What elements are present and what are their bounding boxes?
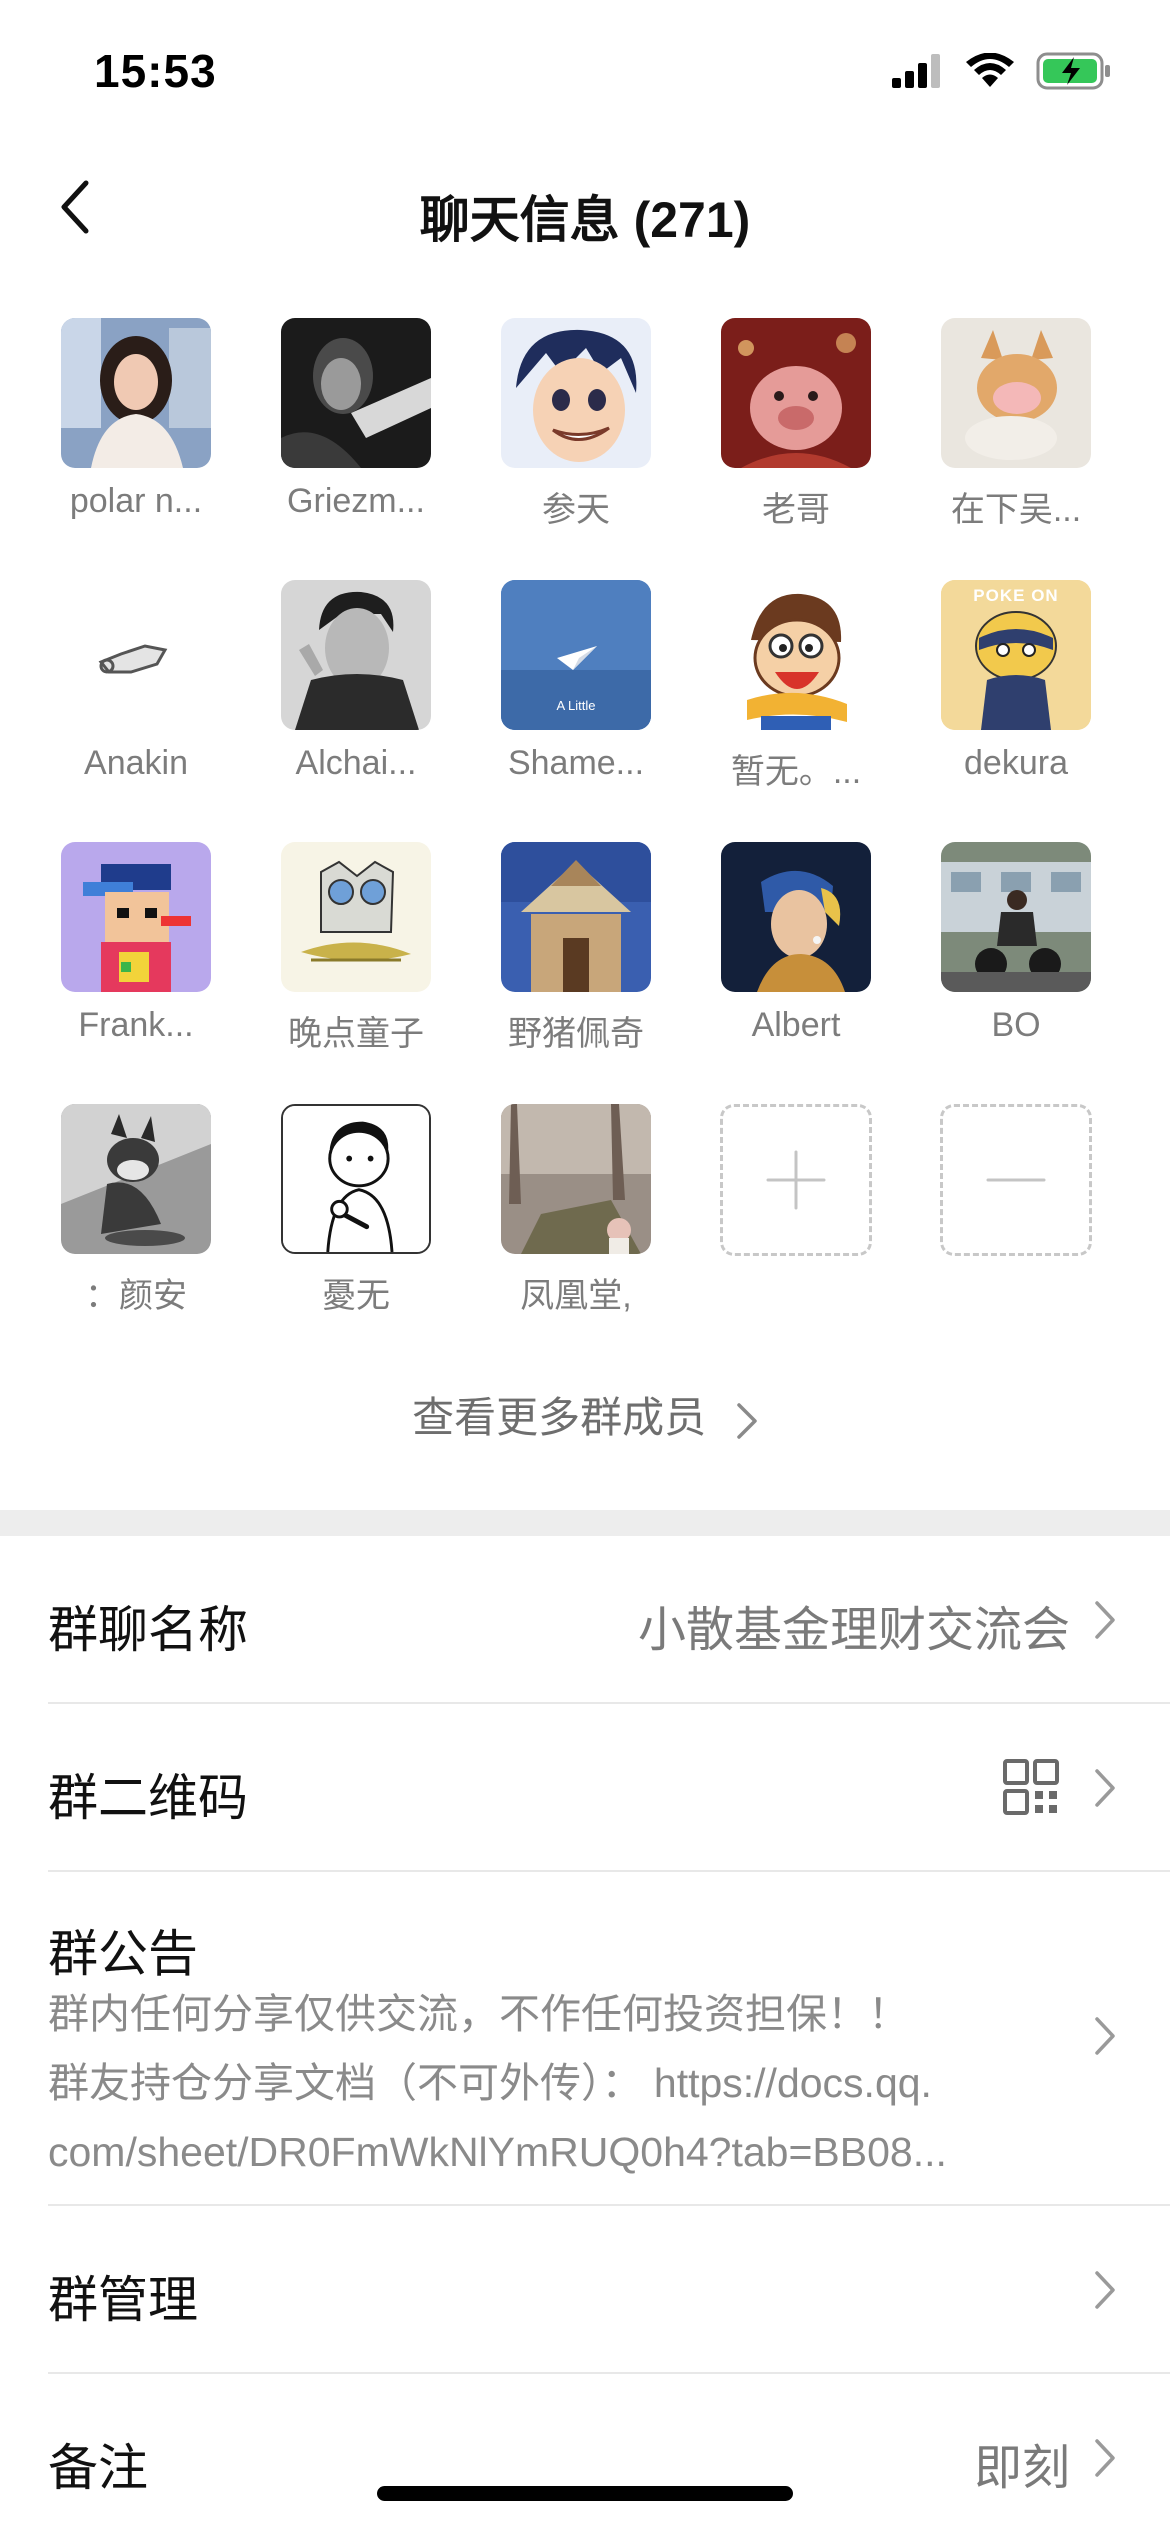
member-item[interactable]: Frank... [26, 842, 246, 1045]
remove-member-button[interactable] [940, 1104, 1092, 1256]
status-bar: 15:53 [0, 0, 1170, 150]
member-name: 在下吴... [950, 491, 1082, 529]
member-item[interactable]: 暂无。... [686, 580, 906, 793]
member-item[interactable]: polar n... [26, 318, 246, 521]
member-item[interactable]: 憂无 [246, 1104, 466, 1317]
member-name: 暂无。... [730, 753, 862, 791]
member-avatar [281, 1104, 431, 1254]
member-name: Albert [751, 1006, 841, 1044]
member-avatar [281, 318, 431, 468]
plus-icon [766, 1150, 826, 1210]
chevron-right-icon [1095, 2017, 1115, 2055]
member-item[interactable]: A Little Shame... [466, 580, 686, 783]
group-qr-code-label: 群二维码 [48, 1770, 248, 1826]
chevron-right-icon [1095, 1601, 1115, 1639]
view-more-members-label: 查看更多群成员 [412, 1394, 707, 1441]
group-name-row[interactable]: 群聊名称 小散基金理财交流会 [48, 1536, 1170, 1702]
remark-value: 即刻 [973, 2442, 1070, 2495]
member-item[interactable]: Alchai... [246, 580, 466, 783]
member-name: 憂无 [322, 1277, 390, 1315]
member-name: dekura [964, 744, 1068, 782]
member-name: 野猪佩奇 [508, 1015, 644, 1053]
member-avatar [281, 842, 431, 992]
member-avatar [61, 842, 211, 992]
section-divider [0, 1510, 1170, 1536]
group-notice-line: 群友持仓分享文档（不可外传）： https://docs.qq. [48, 2060, 932, 2106]
member-item[interactable]: BO [906, 842, 1126, 1045]
group-name-value: 小散基金理财交流会 [637, 1604, 1070, 1657]
chevron-right-icon [1095, 2439, 1115, 2477]
member-avatar: POKE ON [941, 580, 1091, 730]
member-avatar [61, 580, 211, 730]
member-item[interactable]: Griezm... [246, 318, 466, 521]
nav-bar: 聊天信息 (271) [0, 150, 1170, 265]
member-avatar [721, 580, 871, 730]
remark-row[interactable]: 备注 即刻 [48, 2374, 1170, 2532]
member-name: BO [991, 1006, 1041, 1044]
member-item[interactable]: 晚点童子 [246, 842, 466, 1055]
group-notice-line: com/sheet/DR0FmWkNlYmRUQ0h4?tab=BB08... [48, 2129, 947, 2175]
add-member-button[interactable] [720, 1104, 872, 1256]
member-item[interactable]: Anakin [26, 580, 246, 783]
member-avatar [941, 318, 1091, 468]
status-icons [892, 52, 1112, 90]
member-item[interactable]: 凤凰堂, [466, 1104, 686, 1317]
member-name: Frank... [78, 1006, 194, 1044]
group-manage-row[interactable]: 群管理 [48, 2206, 1170, 2372]
member-name: Alchai... [295, 744, 417, 782]
member-name: polar n... [69, 482, 203, 520]
group-notice-label: 群公告 [48, 1926, 198, 1982]
battery-charging-icon [1036, 52, 1110, 90]
member-item[interactable]: Albert [686, 842, 906, 1045]
chevron-right-icon [1095, 1769, 1115, 1807]
member-name: Griezm... [287, 482, 425, 520]
remark-label: 备注 [48, 2440, 148, 2496]
member-name: 参天 [542, 491, 610, 529]
page-title: 聊天信息 (271) [419, 192, 751, 248]
group-notice-line: 群内任何分享仅供交流，不作任何投资担保！！ [48, 1991, 909, 2037]
member-name: Anakin [84, 744, 188, 782]
group-notice-row[interactable]: 群公告 群内任何分享仅供交流，不作任何投资担保！！ 群友持仓分享文档（不可外传）… [48, 1872, 1170, 2202]
group-manage-label: 群管理 [48, 2272, 198, 2328]
view-more-members-link[interactable]: 查看更多群成员 [0, 1384, 1170, 1445]
member-avatar [501, 318, 651, 468]
member-name: 老哥 [762, 491, 830, 529]
member-name: ：颜安 [85, 1277, 187, 1315]
add-member-item[interactable] [686, 1104, 906, 1256]
member-avatar [941, 842, 1091, 992]
member-avatar [281, 580, 431, 730]
avatar-caption: POKE ON [973, 586, 1059, 605]
member-item[interactable]: 野猪佩奇 [466, 842, 686, 1055]
cellular-signal-icon [892, 54, 940, 88]
group-name-label: 群聊名称 [48, 1602, 248, 1658]
remove-member-item[interactable] [906, 1104, 1126, 1256]
member-name: 凤凰堂, [520, 1277, 632, 1315]
wifi-icon [966, 53, 1014, 87]
member-item[interactable]: 在下吴... [906, 318, 1126, 531]
member-name: Shame... [507, 744, 645, 782]
qr-code-icon [1003, 1759, 1059, 1815]
member-item[interactable]: 老哥 [686, 318, 906, 531]
member-avatar [61, 318, 211, 468]
member-avatar [501, 1104, 651, 1254]
minus-icon [986, 1178, 1046, 1182]
member-item[interactable]: ：颜安 [26, 1104, 246, 1317]
member-avatar [721, 318, 871, 468]
member-item[interactable]: POKE ON dekura [906, 580, 1126, 783]
member-avatar [721, 842, 871, 992]
member-name: 晚点童子 [288, 1015, 424, 1053]
chevron-right-icon [737, 1403, 757, 1439]
member-item[interactable]: 参天 [466, 318, 686, 531]
chevron-right-icon [1095, 2271, 1115, 2309]
status-time: 15:53 [94, 45, 217, 97]
member-avatar [61, 1104, 211, 1254]
member-avatar: A Little [501, 580, 651, 730]
avatar-caption: A Little [556, 698, 596, 713]
member-avatar [501, 842, 651, 992]
group-qr-code-row[interactable]: 群二维码 [48, 1704, 1170, 1870]
home-indicator[interactable] [377, 2486, 793, 2501]
